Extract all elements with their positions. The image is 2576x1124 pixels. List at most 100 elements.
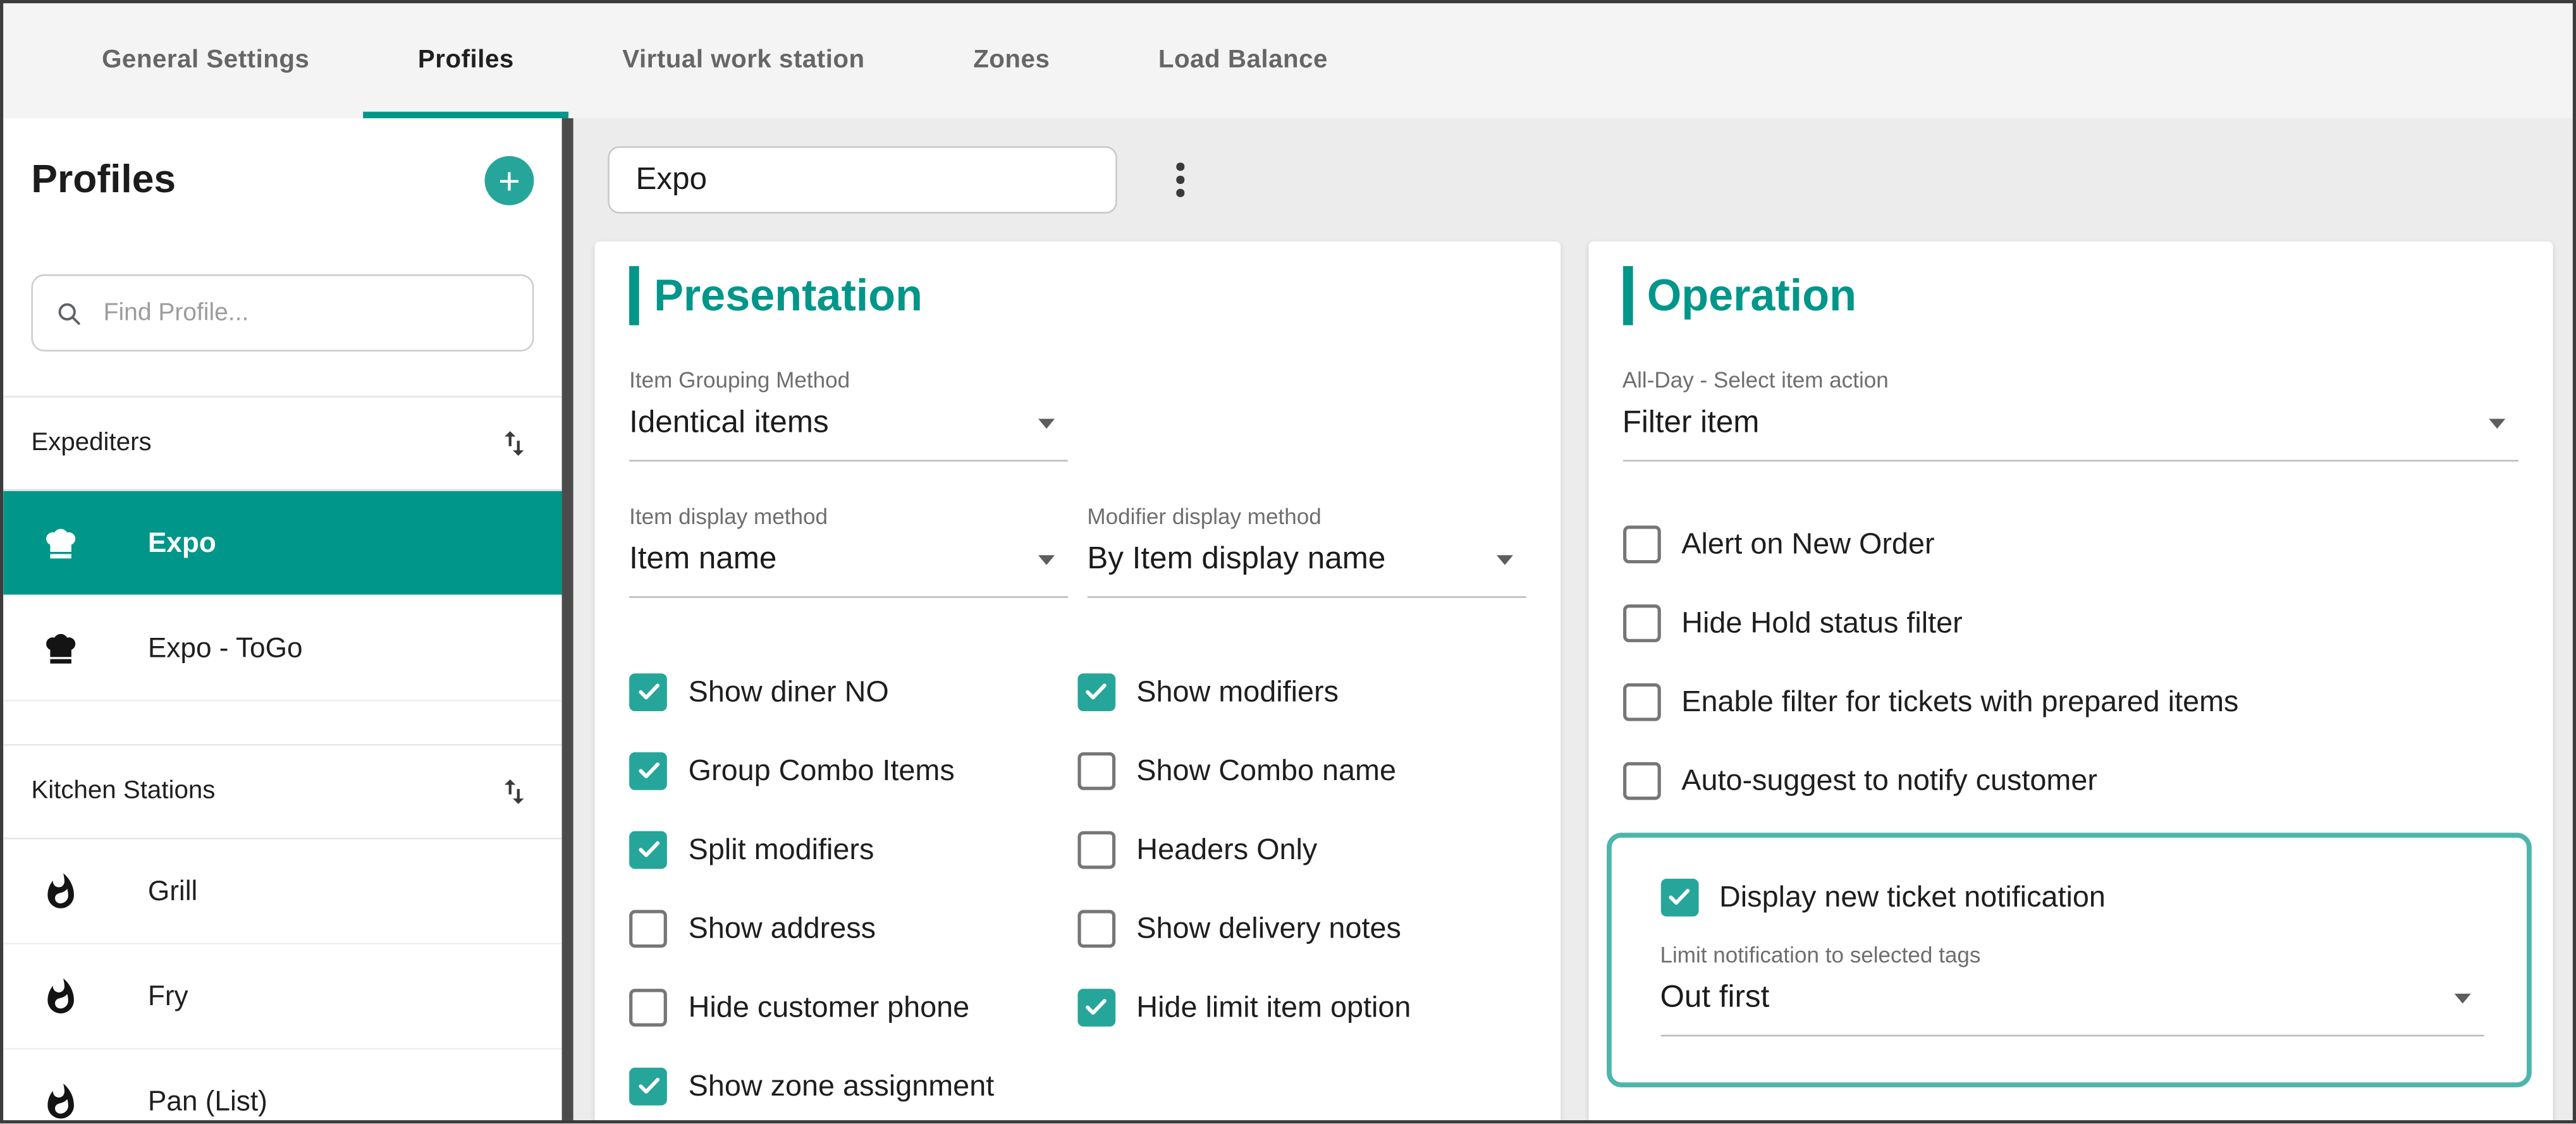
profiles-sidebar: Profiles Expediters (3, 118, 561, 1121)
checkbox[interactable] (1622, 604, 1660, 642)
check-icon (1666, 884, 1693, 910)
checkbox-hide-hold-status-filter[interactable]: Hide Hold status filter (1622, 583, 2518, 662)
field-label: Item display method (629, 504, 1067, 529)
tab-virtual-work-station[interactable]: Virtual work station (568, 3, 919, 118)
flame-icon (41, 977, 80, 1016)
checkbox-label: Display new ticket notification (1719, 879, 2106, 914)
checkbox[interactable] (629, 830, 667, 868)
tabs: General Settings Profiles Virtual work s… (3, 3, 2573, 118)
sort-icon (498, 775, 531, 808)
display-method-row: Item display method Item name Modifier d… (629, 461, 1525, 598)
sidebar-section-kitchen-stations: Kitchen Stations Grill Fry Pan (List) (3, 744, 561, 1121)
checkbox[interactable] (1622, 525, 1660, 563)
checkbox-enable-filter-for-tickets-with-prepared-items[interactable]: Enable filter for tickets with prepared … (1622, 662, 2518, 741)
check-icon (1083, 678, 1110, 705)
checkbox-label: Enable filter for tickets with prepared … (1681, 684, 2238, 719)
check-icon (1083, 994, 1110, 1020)
tag-filter-select[interactable]: Out first (1660, 967, 2484, 1036)
sidebar-section-header: Expediters (3, 396, 561, 489)
sidebar-item-label: Expo (148, 527, 216, 559)
checkbox[interactable] (1622, 761, 1660, 799)
sidebar-section-title: Expediters (31, 429, 151, 458)
sidebar-item-grill[interactable]: Grill (3, 838, 561, 943)
select-value: Identical items (629, 406, 829, 442)
select-value: Out first (1660, 980, 1769, 1017)
checkbox-alert-on-new-order[interactable]: Alert on New Order (1622, 504, 2518, 583)
sidebar-section-expediters: Expediters Expo Expo - ToGo (3, 396, 561, 701)
chef-hat-icon (41, 523, 80, 563)
tab-zones[interactable]: Zones (919, 3, 1104, 118)
tab-label: Profiles (418, 46, 514, 76)
checkbox[interactable] (629, 909, 667, 947)
item-display-select[interactable]: Item name (629, 529, 1067, 598)
checkbox-label: Show diner NO (689, 675, 889, 709)
modifier-display-select[interactable]: By Item display name (1087, 529, 1525, 598)
checkbox-display-new-ticket-notification[interactable]: Display new ticket notification (1660, 857, 2484, 936)
search-icon (54, 298, 84, 328)
checkbox[interactable] (1660, 878, 1698, 916)
checkbox-label: Hide Hold status filter (1681, 605, 1962, 640)
checkbox-group-combo-items[interactable]: Group Combo Items (629, 731, 1077, 810)
checkbox-split-modifiers[interactable]: Split modifiers (629, 810, 1077, 889)
checkbox-label: Hide limit item option (1136, 989, 1411, 1024)
check-icon (635, 1073, 661, 1099)
tab-profiles[interactable]: Profiles (364, 3, 568, 118)
checkbox-show-zone-assignment[interactable]: Show zone assignment (629, 1046, 1077, 1124)
checkbox[interactable] (629, 673, 667, 711)
chef-hat-icon (41, 628, 80, 668)
sort-expediters-button[interactable] (494, 424, 534, 463)
checkbox[interactable] (629, 1067, 667, 1105)
sidebar-item-pan-list[interactable]: Pan (List) (3, 1048, 561, 1121)
checkbox-label: Auto-suggest to notify customer (1681, 763, 2097, 798)
checkbox-label: Hide customer phone (689, 989, 970, 1024)
presentation-card: Presentation Item Grouping Method Identi… (595, 241, 1560, 1124)
checkbox-show-diner-no[interactable]: Show diner NO (629, 652, 1077, 731)
sidebar-item-fry[interactable]: Fry (3, 943, 561, 1048)
checkbox-label: Show address (689, 911, 876, 946)
checkbox-show-combo-name[interactable]: Show Combo name (1077, 731, 1526, 810)
sidebar-splitter[interactable] (562, 118, 573, 1121)
item-display-field: Item display method Item name (629, 461, 1067, 598)
profile-name-input[interactable] (608, 146, 1117, 214)
tab-label: General Settings (102, 46, 309, 76)
tab-general-settings[interactable]: General Settings (47, 3, 364, 118)
presentation-checkbox-grid: Show diner NO Group Combo Items Split mo… (629, 652, 1525, 1124)
checkbox[interactable] (629, 988, 667, 1026)
checkbox[interactable] (629, 752, 667, 790)
field-label: Modifier display method (1087, 504, 1525, 529)
checkbox-hide-limit-item-option[interactable]: Hide limit item option (1077, 967, 1526, 1046)
dropdown-arrow-icon (1496, 555, 1512, 565)
sidebar-item-expo[interactable]: Expo (3, 489, 561, 594)
add-profile-button[interactable] (484, 156, 534, 205)
more-options-button[interactable] (1168, 154, 1192, 205)
profile-search-field[interactable] (31, 274, 534, 351)
dropdown-arrow-icon (1038, 419, 1054, 429)
item-grouping-select[interactable]: Identical items (629, 393, 1067, 461)
notification-settings-box: Display new ticket notification Limit no… (1606, 833, 2532, 1087)
checkbox-show-modifiers[interactable]: Show modifiers (1077, 652, 1526, 731)
sidebar-item-expo-togo[interactable]: Expo - ToGo (3, 595, 561, 700)
checkbox[interactable] (1077, 909, 1115, 947)
checkbox-hide-customer-phone[interactable]: Hide customer phone (629, 967, 1077, 1046)
checkbox-auto-suggest-to-notify-customer[interactable]: Auto-suggest to notify customer (1622, 741, 2518, 820)
sort-kitchen-stations-button[interactable] (494, 772, 534, 811)
checkbox-column-right: Show modifiers Show Combo name Headers O… (1077, 652, 1526, 1124)
top-tab-bar: General Settings Profiles Virtual work s… (3, 3, 2573, 118)
flame-icon (41, 1082, 80, 1121)
checkbox-label: Headers Only (1136, 832, 1317, 867)
sidebar-section-header: Kitchen Stations (3, 744, 561, 838)
checkbox[interactable] (1077, 830, 1115, 868)
tab-label: Zones (973, 46, 1050, 76)
more-options-icon (1176, 162, 1184, 197)
checkbox-show-address[interactable]: Show address (629, 889, 1077, 968)
all-day-action-select[interactable]: Filter item (1622, 393, 2518, 461)
select-value: Filter item (1622, 406, 1760, 442)
tab-load-balance[interactable]: Load Balance (1104, 3, 1382, 118)
checkbox-show-delivery-notes[interactable]: Show delivery notes (1077, 889, 1526, 968)
checkbox-headers-only[interactable]: Headers Only (1077, 810, 1526, 889)
checkbox[interactable] (1077, 988, 1115, 1026)
checkbox[interactable] (1077, 752, 1115, 790)
checkbox[interactable] (1622, 683, 1660, 721)
checkbox[interactable] (1077, 673, 1115, 711)
profile-search-input[interactable] (100, 297, 511, 328)
